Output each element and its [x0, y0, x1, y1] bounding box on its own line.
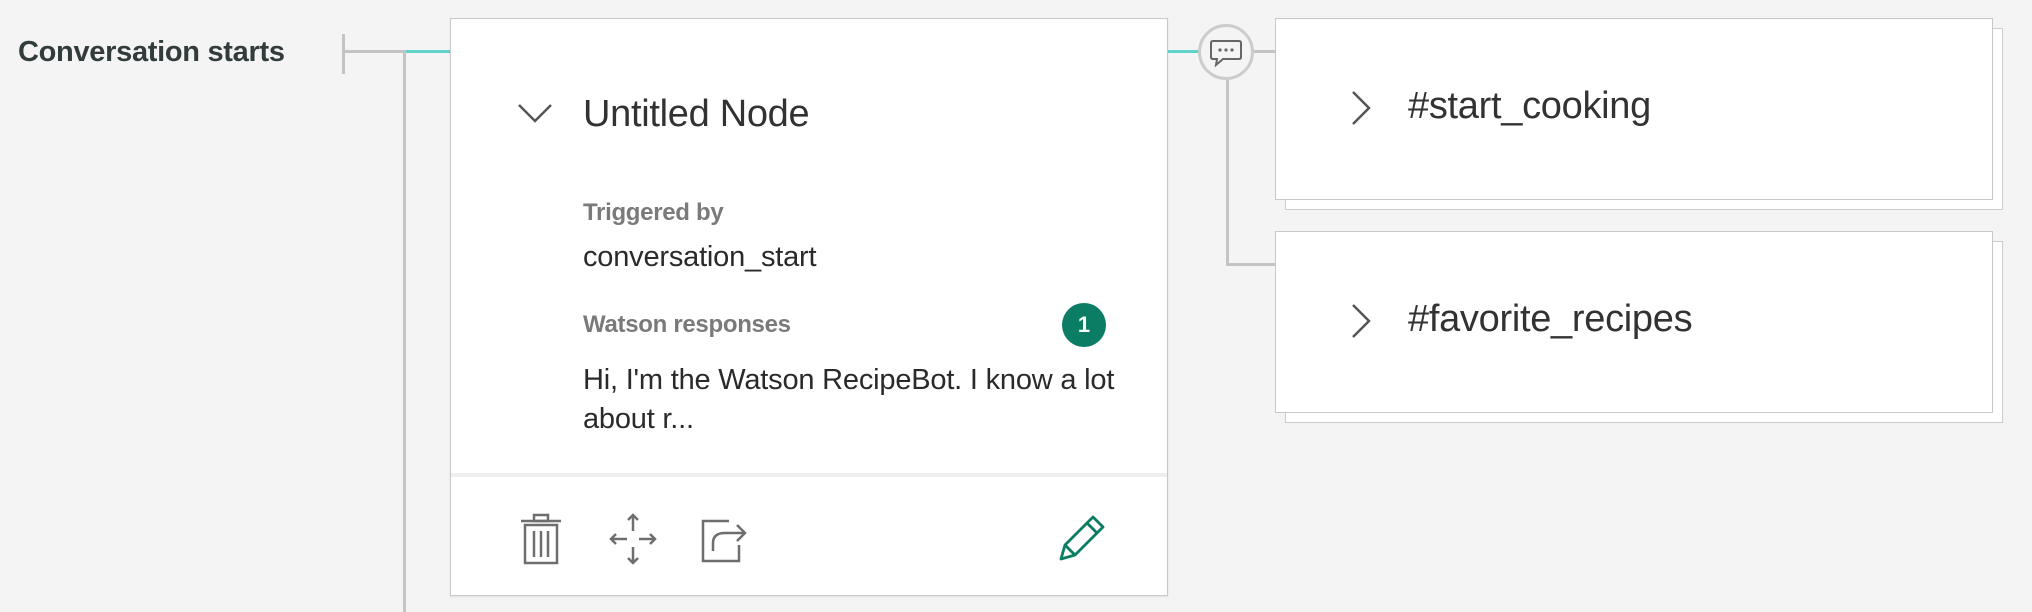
- response-bubble-button[interactable]: [1198, 24, 1254, 80]
- triggered-by-label: Triggered by: [583, 199, 724, 226]
- node-header: Untitled Node: [451, 89, 1167, 141]
- start-connector: [344, 50, 404, 53]
- jump-to-icon[interactable]: [699, 513, 751, 565]
- chevron-right-icon[interactable]: [1350, 302, 1372, 340]
- move-arrows-icon[interactable]: [607, 513, 659, 565]
- speech-bubble-icon: [1210, 40, 1242, 68]
- node-footer-toolbar: [451, 473, 1167, 595]
- conversation-starts-label: Conversation starts: [18, 36, 285, 68]
- pencil-icon[interactable]: [1055, 513, 1107, 565]
- watson-responses-label: Watson responses: [583, 311, 791, 338]
- child-2-connector: [1226, 263, 1276, 266]
- trigger-value: conversation_start: [583, 241, 817, 273]
- chevron-right-icon[interactable]: [1350, 89, 1372, 127]
- response-preview: Hi, I'm the Watson RecipeBot. I know a l…: [583, 364, 1115, 435]
- trash-icon[interactable]: [515, 513, 567, 565]
- child-node-favorite-recipes: #favorite_recipes: [1275, 231, 2003, 423]
- child-node-card[interactable]: #favorite_recipes: [1275, 231, 1993, 413]
- node-title[interactable]: Untitled Node: [583, 93, 810, 136]
- child-node-title[interactable]: #favorite_recipes: [1408, 298, 1693, 341]
- children-vertical-connector: [1226, 80, 1229, 266]
- root-vertical-connector: [403, 50, 406, 612]
- child-node-card[interactable]: #start_cooking: [1275, 18, 1993, 200]
- response-to-child-connector: [1252, 50, 1276, 53]
- start-connector-active: [404, 50, 450, 53]
- start-tick: [342, 34, 345, 74]
- dialog-tree-canvas: Conversation starts Untitled Node Trigge…: [0, 0, 2032, 612]
- node-to-response-connector: [1168, 50, 1200, 53]
- dialog-node-card[interactable]: Untitled Node Triggered by conversation_…: [450, 18, 1168, 596]
- child-node-start-cooking: #start_cooking: [1275, 18, 2003, 210]
- responses-count-badge: 1: [1062, 303, 1106, 347]
- chevron-down-icon[interactable]: [517, 101, 553, 125]
- child-node-title[interactable]: #start_cooking: [1408, 85, 1651, 128]
